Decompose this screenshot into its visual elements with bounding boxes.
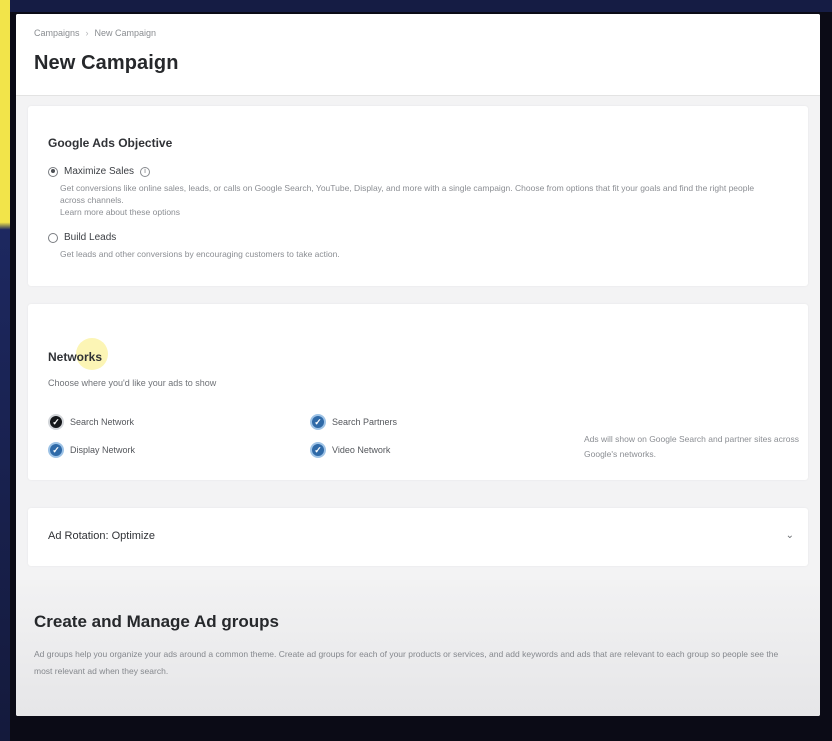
- radio-build-leads[interactable]: [48, 232, 58, 243]
- breadcrumb-item-new-campaign: New Campaign: [94, 28, 157, 38]
- networks-card-subtitle: Choose where you'd like your ads to show: [48, 378, 217, 388]
- objective-option-label: Build Leads: [64, 232, 117, 243]
- breadcrumb-item-campaigns[interactable]: Campaigns: [34, 28, 80, 38]
- network-option-display[interactable]: ✓ Display Network: [48, 442, 135, 458]
- ad-rotation-title: Ad Rotation: Optimize: [48, 530, 155, 542]
- network-option-search[interactable]: ✓ Search Network: [48, 414, 134, 430]
- objective-option-maximize-sales[interactable]: Maximize Sales i: [48, 166, 151, 177]
- monitor-bezel-top: [0, 0, 832, 12]
- breadcrumb: Campaigns › New Campaign: [34, 28, 156, 38]
- networks-side-note: Ads will show on Google Search and partn…: [584, 434, 799, 459]
- network-option-label: Video Network: [332, 445, 391, 455]
- page-header: Campaigns › New Campaign New Campaign: [16, 14, 820, 96]
- objective-option-build-leads[interactable]: Build Leads: [48, 232, 116, 243]
- objective-option-description: Get leads and other conversions by encou…: [60, 249, 340, 259]
- network-option-video[interactable]: ✓ Video Network: [310, 442, 390, 458]
- network-option-label: Search Partners: [332, 417, 398, 427]
- ad-groups-title: Create and Manage Ad groups: [34, 612, 279, 631]
- network-option-label: Search Network: [70, 417, 135, 427]
- monitor-bezel-left: [0, 0, 10, 741]
- checkbox-video-network[interactable]: ✓: [310, 442, 326, 458]
- checkbox-search-network[interactable]: ✓: [48, 414, 64, 430]
- objective-card: Google Ads Objective Maximize Sales i Ge…: [28, 106, 808, 286]
- ad-rotation-card[interactable]: Ad Rotation: Optimize ⌄: [28, 508, 808, 566]
- radio-maximize-sales[interactable]: [48, 166, 58, 177]
- page-title: New Campaign: [34, 52, 179, 74]
- objective-option-description: Get conversions like online sales, leads…: [60, 182, 780, 218]
- network-option-label: Display Network: [70, 445, 136, 455]
- objective-description-line1: Get conversions like online sales, leads…: [60, 183, 755, 205]
- breadcrumb-separator: ›: [85, 28, 89, 38]
- networks-card-title: Networks: [48, 350, 103, 364]
- ad-groups-description: Ad groups help you organize your ads aro…: [34, 649, 779, 676]
- networks-card: Networks Choose where you'd like your ad…: [28, 304, 808, 480]
- app-screen: Campaigns › New Campaign New Campaign Go…: [16, 14, 820, 716]
- info-icon[interactable]: i: [140, 166, 151, 177]
- ad-groups-section: Create and Manage Ad groups Ad groups he…: [16, 580, 820, 716]
- objective-card-title: Google Ads Objective: [48, 136, 173, 150]
- checkbox-search-partners[interactable]: ✓: [310, 414, 326, 430]
- objective-option-label: Maximize Sales: [64, 166, 135, 177]
- checkbox-display-network[interactable]: ✓: [48, 442, 64, 458]
- network-option-search-partners[interactable]: ✓ Search Partners: [310, 414, 397, 430]
- chevron-down-icon[interactable]: ⌄: [786, 530, 794, 541]
- objective-description-line2[interactable]: Learn more about these options: [60, 206, 780, 218]
